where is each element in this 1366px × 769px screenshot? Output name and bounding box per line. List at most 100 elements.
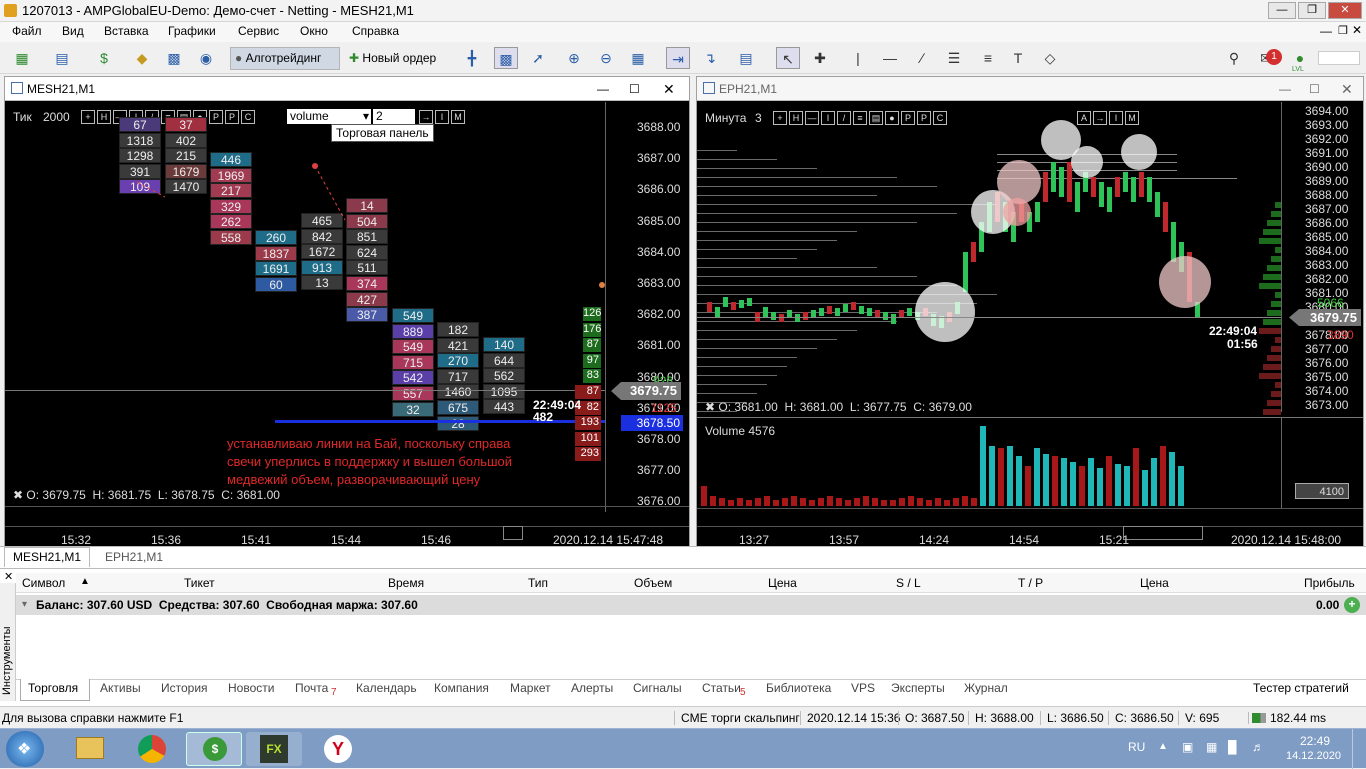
vertical-line-icon[interactable]: | <box>846 47 870 69</box>
marker-circle[interactable] <box>997 160 1041 204</box>
scroll-marker[interactable] <box>1123 526 1203 540</box>
zoom-out-icon[interactable]: ⊖ <box>594 47 618 69</box>
menu-file[interactable]: Файл <box>12 24 42 38</box>
fx-taskbar-icon[interactable]: FX <box>246 732 302 766</box>
scroll-marker[interactable] <box>503 526 523 540</box>
horizontal-line-icon[interactable]: — <box>878 47 902 69</box>
tools-icon[interactable]: ✖ <box>13 488 23 502</box>
yandex-taskbar-icon[interactable]: Y <box>310 732 366 766</box>
left-max-icon[interactable]: ☐ <box>629 77 640 101</box>
strategy-tester-button[interactable]: Тестер стратегий <box>1253 681 1349 695</box>
text-icon[interactable]: T <box>1006 47 1030 69</box>
menu-charts[interactable]: Графики <box>168 24 216 38</box>
col-symbol[interactable]: Символ <box>22 576 65 590</box>
tab-calendar[interactable]: Календарь <box>356 681 417 695</box>
left-close-icon[interactable]: ✕ <box>663 77 675 101</box>
col-profit[interactable]: Прибыль <box>1304 576 1355 590</box>
algo-trading-button[interactable]: ● Алготрейдинг <box>230 47 340 70</box>
cursor-icon[interactable]: ↖ <box>776 47 800 69</box>
explorer-taskbar-icon[interactable] <box>62 732 118 766</box>
clock-time[interactable]: 22:49 <box>1300 734 1330 748</box>
tab-history[interactable]: История <box>161 681 208 695</box>
autoscroll-icon[interactable]: ↴ <box>698 47 722 69</box>
power-icon[interactable]: ▦ <box>1206 740 1217 754</box>
marker-circle[interactable] <box>1003 198 1031 226</box>
tile-windows-icon[interactable]: ▦ <box>626 47 650 69</box>
col-sl[interactable]: S / L <box>896 576 921 590</box>
expand-icon[interactable]: ▾ <box>22 599 27 610</box>
menu-insert[interactable]: Вставка <box>104 24 149 38</box>
annotation-text[interactable]: устанавливаю линии на Бай, поскольку спр… <box>227 435 547 489</box>
right-close-icon[interactable]: ✕ <box>1341 77 1353 101</box>
tab-articles[interactable]: Статьи <box>702 681 741 695</box>
network-icon[interactable]: ▣ <box>1182 740 1193 754</box>
tab-assets[interactable]: Активы <box>100 681 141 695</box>
menu-restore-icon[interactable]: ❐ <box>1338 24 1348 37</box>
line-chart-icon[interactable]: ➚ <box>526 47 550 69</box>
clock-date[interactable]: 14.12.2020 <box>1286 750 1341 762</box>
marker-circle[interactable] <box>915 282 975 342</box>
volume-icon[interactable]: ♬ <box>1252 740 1264 754</box>
maximize-button[interactable]: ❐ <box>1298 2 1326 19</box>
marker-circle[interactable] <box>1121 134 1157 170</box>
chart-tab-mesh[interactable]: MESH21,M1 <box>4 547 90 567</box>
new-order-button[interactable]: ✚ Новый ордер <box>344 47 448 70</box>
signals-icon[interactable]: ◉ <box>194 47 218 69</box>
terminal-close-icon[interactable]: ✕ <box>4 570 13 583</box>
tab-company[interactable]: Компания <box>434 681 489 695</box>
navigator-icon[interactable]: ◆ <box>130 47 154 69</box>
col-price-current[interactable]: Цена <box>1140 576 1169 590</box>
col-tp[interactable]: T / P <box>1018 576 1043 590</box>
tray-chevron-icon[interactable]: ▲ <box>1158 741 1168 752</box>
status-profile[interactable]: CME торги скальпинг <box>674 711 800 725</box>
tab-alerts[interactable]: Алерты <box>571 681 613 695</box>
left-chart-canvas[interactable]: Тик 2000 +H—I/≡▤●PPC volume ▾ 2 →IM Торг… <box>5 102 689 546</box>
menu-window[interactable]: Окно <box>300 24 328 38</box>
col-volume[interactable]: Объем <box>634 576 672 590</box>
start-button[interactable]: ❖ <box>6 731 44 767</box>
profiles-icon[interactable]: ▤ <box>50 47 74 69</box>
data-window-icon[interactable]: ▩ <box>162 47 186 69</box>
col-ticket[interactable]: Тикет <box>184 576 215 590</box>
indicators-icon[interactable]: ▤ <box>734 47 758 69</box>
new-chart-icon[interactable]: ▦ <box>10 47 34 69</box>
toolbar-search-field[interactable] <box>1318 51 1360 65</box>
close-button[interactable]: ✕ <box>1328 2 1362 19</box>
metatrader-taskbar-icon[interactable]: $ <box>186 732 242 766</box>
zoom-in-icon[interactable]: ⊕ <box>562 47 586 69</box>
add-icon[interactable]: + <box>1344 597 1360 613</box>
tab-library[interactable]: Библиотека <box>766 681 831 695</box>
menu-view[interactable]: Вид <box>62 24 84 38</box>
trendline-icon[interactable]: ∕ <box>910 47 934 69</box>
tab-mail[interactable]: Почта <box>295 681 328 695</box>
menu-minimize-icon[interactable]: — <box>1320 24 1332 38</box>
right-max-icon[interactable]: ☐ <box>1309 77 1320 101</box>
trend-point[interactable] <box>312 163 318 169</box>
marker-circle[interactable] <box>1071 146 1103 178</box>
chrome-taskbar-icon[interactable] <box>124 732 180 766</box>
marker-circle[interactable] <box>1159 256 1211 308</box>
right-chart-canvas[interactable]: Минута 3 + H — I / ≡ ▤ ● P P C A → I M 3694.00 3693.00… <box>697 102 1363 546</box>
crosshair-icon[interactable]: ✚ <box>808 47 832 69</box>
col-type[interactable]: Тип <box>528 576 548 590</box>
menu-close-icon[interactable]: ✕ <box>1352 23 1362 37</box>
tab-experts[interactable]: Эксперты <box>891 681 945 695</box>
tab-market[interactable]: Маркет <box>510 681 551 695</box>
menu-help[interactable]: Справка <box>352 24 399 38</box>
chart-tab-eph[interactable]: EPH21,M1 <box>94 549 174 567</box>
left-min-icon[interactable]: — <box>597 77 609 101</box>
channel-icon[interactable]: ☰ <box>942 47 966 69</box>
minimize-button[interactable]: — <box>1268 2 1296 19</box>
market-watch-icon[interactable]: $ <box>92 47 116 69</box>
menu-service[interactable]: Сервис <box>238 24 279 38</box>
tab-vps[interactable]: VPS <box>851 681 875 695</box>
search-icon[interactable]: ⚲ <box>1222 47 1246 69</box>
price-point[interactable] <box>599 282 605 288</box>
bar-chart-icon[interactable]: ╋ <box>460 47 484 69</box>
tab-journal[interactable]: Журнал <box>964 681 1008 695</box>
candle-chart-icon[interactable]: ▩ <box>494 47 518 69</box>
chart-shift-icon[interactable]: ⇥ <box>666 47 690 69</box>
shapes-icon[interactable]: ◇ <box>1038 47 1062 69</box>
fibo-icon[interactable]: ≡ <box>976 47 1000 69</box>
right-min-icon[interactable]: — <box>1279 77 1291 101</box>
